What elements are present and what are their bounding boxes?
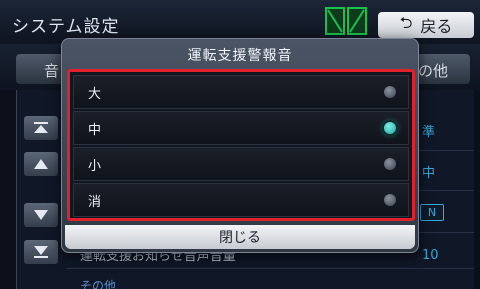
setting-value: 10: [422, 248, 439, 263]
radio-icon: [384, 86, 396, 98]
alert-sound-dialog: 運転支援警報音 大 中 小 消 閉じる: [61, 38, 419, 253]
back-button[interactable]: ⮌ 戻る: [378, 12, 474, 38]
scroll-down-button[interactable]: [24, 203, 58, 227]
setting-value: 準: [422, 125, 436, 140]
scroll-top-icon: [34, 122, 48, 133]
signal-status-icon: [325, 7, 367, 35]
radio-icon: [384, 194, 396, 206]
scroll-up-button[interactable]: [24, 152, 58, 176]
tab-other[interactable]: の他: [410, 54, 470, 84]
option-label: 小: [88, 158, 102, 174]
option-large[interactable]: 大: [73, 75, 409, 109]
option-small[interactable]: 小: [73, 147, 409, 181]
close-button[interactable]: 閉じる: [65, 225, 415, 249]
scroll-bottom-icon: [34, 246, 48, 258]
row-divider: [66, 268, 474, 269]
section-header: その他: [80, 279, 117, 289]
option-label: 中: [88, 122, 102, 138]
option-medium[interactable]: 中: [73, 111, 409, 145]
page-title: システム設定: [12, 17, 120, 37]
option-off[interactable]: 消: [73, 183, 409, 217]
dialog-title: 運転支援警報音: [187, 48, 293, 64]
back-arrow-icon: ⮌: [399, 12, 413, 32]
setting-value: 中: [422, 166, 436, 181]
toggle-badge[interactable]: N: [420, 204, 444, 221]
radio-selected-icon: [384, 122, 396, 134]
scroll-up-icon: [34, 159, 48, 169]
scroll-down-icon: [34, 210, 48, 220]
back-button-label: 戻る: [420, 17, 453, 36]
option-label: 大: [88, 86, 102, 102]
scroll-bottom-button[interactable]: [24, 240, 58, 264]
option-label: 消: [88, 194, 102, 210]
options-list: 大 中 小 消: [67, 69, 415, 221]
scroll-top-button[interactable]: [24, 116, 58, 140]
radio-icon: [384, 158, 396, 170]
